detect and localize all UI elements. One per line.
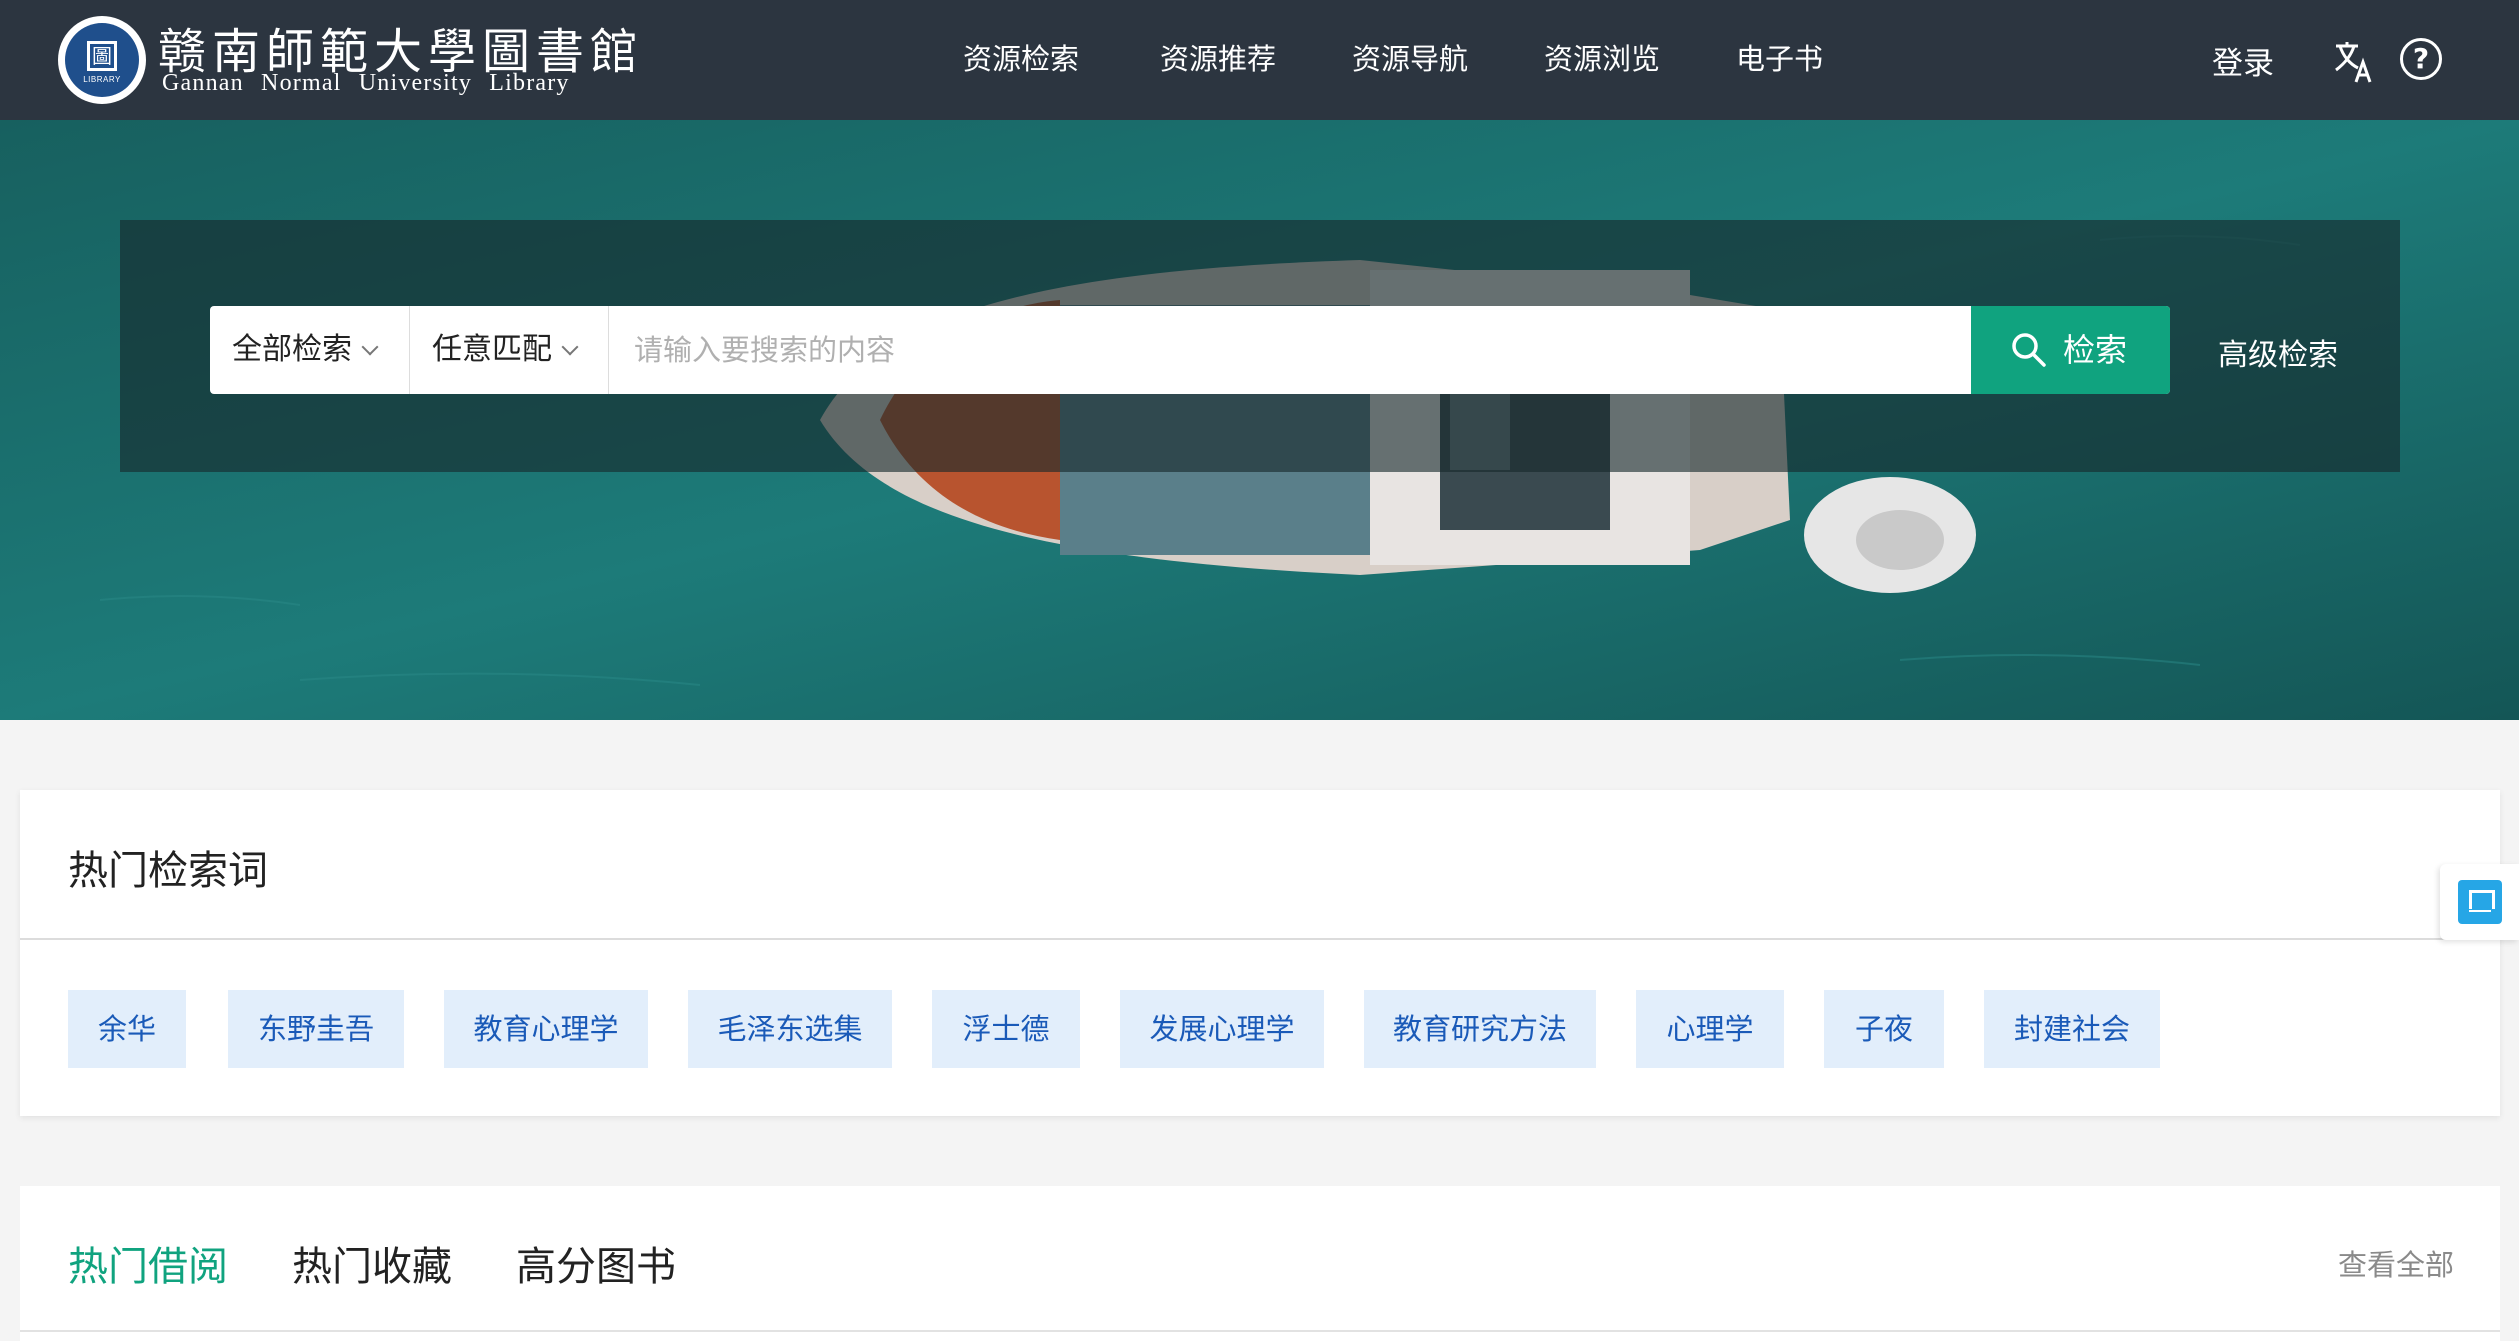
nav-resource-navigation[interactable]: 资源导航: [1352, 36, 1468, 78]
nav-resource-recommend[interactable]: 资源推荐: [1160, 36, 1276, 78]
divider: [409, 306, 410, 394]
match-mode-label: 任意匹配: [432, 332, 552, 367]
chevron-down-icon: [561, 338, 579, 356]
login-link[interactable]: 登录: [2212, 38, 2274, 83]
advanced-search-link[interactable]: 高级检索: [2218, 330, 2338, 374]
hot-search-tag[interactable]: 毛泽东选集: [688, 990, 892, 1068]
hot-search-tag[interactable]: 子夜: [1824, 990, 1944, 1068]
search-scope-label: 全部检索: [232, 332, 352, 367]
tab-high-rated-books[interactable]: 高分图书: [516, 1234, 676, 1292]
view-all-link[interactable]: 查看全部: [2338, 1242, 2454, 1284]
hot-books-card: 热门借阅 热门收藏 高分图书 查看全部: [20, 1186, 2500, 1341]
match-mode-dropdown[interactable]: 任意匹配: [432, 306, 579, 394]
nav-ebook[interactable]: 电子书: [1736, 36, 1823, 78]
nav-resource-browse[interactable]: 资源浏览: [1544, 36, 1660, 78]
tab-hot-collection[interactable]: 热门收藏: [292, 1234, 452, 1292]
hot-search-tag[interactable]: 教育心理学: [444, 990, 648, 1068]
divider: [20, 1330, 2500, 1332]
hot-search-tag[interactable]: 发展心理学: [1120, 990, 1324, 1068]
hot-search-tag[interactable]: 余华: [68, 990, 186, 1068]
hot-search-tag[interactable]: 教育研究方法: [1364, 990, 1596, 1068]
search-button-label: 检索: [2063, 331, 2128, 369]
search-bar: 全部检索 任意匹配: [210, 306, 2170, 394]
divider: [20, 938, 2500, 940]
search-icon: [2012, 333, 2046, 367]
chat-window-icon: [2458, 880, 2502, 924]
hero-banner: [0, 120, 2519, 720]
hot-search-tag[interactable]: 心理学: [1636, 990, 1784, 1068]
help-icon[interactable]: ?: [2400, 38, 2442, 80]
university-emblem-logo[interactable]: 圖 LIBRARY: [58, 16, 146, 104]
top-header: 圖 LIBRARY 赣南師範大學圖書館 Gannan Normal Univer…: [0, 0, 2519, 120]
divider: [608, 306, 609, 394]
search-scope-dropdown[interactable]: 全部检索: [232, 306, 379, 394]
translate-icon[interactable]: [2334, 40, 2374, 84]
hot-search-tag[interactable]: 封建社会: [1984, 990, 2160, 1068]
chevron-down-icon: [361, 338, 379, 356]
nav-resource-search[interactable]: 资源检索: [963, 36, 1079, 78]
hot-search-card: 热门检索词 余华 东野圭吾 教育心理学 毛泽东选集 浮士德 发展心理学 教育研究…: [20, 790, 2500, 1116]
library-glyph: 圖: [87, 41, 117, 71]
search-input[interactable]: [610, 306, 2170, 394]
floating-assistant-tab[interactable]: [2440, 864, 2519, 940]
hot-search-tag[interactable]: 东野圭吾: [228, 990, 404, 1068]
search-button[interactable]: 检索: [1971, 306, 2170, 394]
hot-search-tag[interactable]: 浮士德: [932, 990, 1080, 1068]
library-name-english[interactable]: Gannan Normal University Library: [162, 70, 570, 97]
tab-hot-borrowing[interactable]: 热门借阅: [68, 1234, 228, 1292]
library-ring-text: LIBRARY: [83, 75, 121, 84]
hot-search-title: 热门检索词: [68, 848, 268, 894]
